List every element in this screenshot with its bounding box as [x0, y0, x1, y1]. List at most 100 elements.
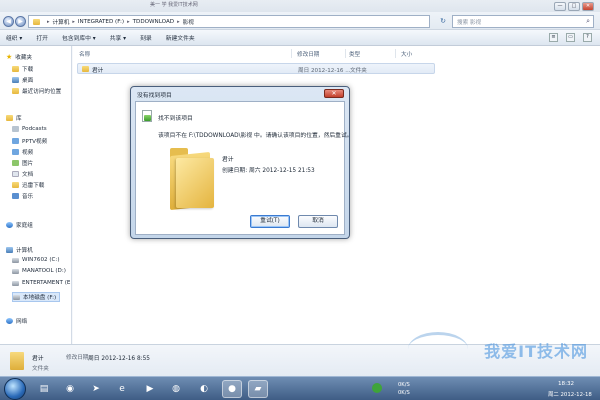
- preview-pane-icon[interactable]: ▭: [566, 33, 575, 42]
- watermark-logo: 我爱IT技术网: [398, 326, 594, 376]
- video-player-icon: ●: [228, 384, 236, 394]
- video-player-taskbar-button[interactable]: ●: [222, 380, 242, 398]
- music-icon: [12, 193, 19, 199]
- search-icon: ⌕: [586, 17, 590, 25]
- column-divider[interactable]: [345, 49, 346, 58]
- sidebar-item-drive-c[interactable]: WIN7602 (C:): [12, 257, 60, 263]
- open-button[interactable]: 打开: [36, 33, 48, 42]
- video-icon: [12, 138, 19, 144]
- retry-button[interactable]: 重试(T): [250, 215, 290, 228]
- podcast-icon: [12, 126, 19, 132]
- command-toolbar: 组织 ▾ 打开 包含到库中 ▾ 共享 ▾ 刻录 新建文件夹 ≡ ▭ ?: [0, 30, 600, 46]
- qq-icon: ◐: [200, 384, 208, 394]
- explorer-icon: ▤: [39, 384, 49, 394]
- column-header-modified[interactable]: 修改日期: [297, 50, 319, 58]
- back-button[interactable]: ◀: [3, 16, 14, 27]
- sidebar-item-favorites[interactable]: ★ 收藏夹: [6, 53, 32, 61]
- forward-button[interactable]: ▶: [15, 16, 26, 27]
- navigation-pane: ★ 收藏夹 下载 桌面 最近访问的位置 库 Podcasts PPTV视频 视频 …: [0, 46, 72, 344]
- folder-icon: ▰: [254, 384, 262, 394]
- details-type: 文件夹: [32, 366, 49, 372]
- breadcrumb-videos[interactable]: 影视: [183, 18, 194, 26]
- help-icon[interactable]: ?: [583, 33, 592, 42]
- sidebar-item-videos[interactable]: 视频: [12, 148, 33, 156]
- drive-icon: [12, 268, 19, 274]
- chevron-right-icon: ▸: [47, 18, 50, 25]
- qq-taskbar-button[interactable]: ◐: [194, 380, 214, 398]
- include-library-button[interactable]: 包含到库中 ▾: [62, 33, 96, 42]
- column-divider[interactable]: [291, 49, 292, 58]
- media-taskbar-button[interactable]: ◉: [60, 380, 80, 398]
- explorer-taskbar-button[interactable]: ▤: [34, 380, 54, 398]
- back-arrow-icon: ◀: [6, 18, 11, 25]
- organize-button[interactable]: 组织 ▾: [6, 33, 22, 42]
- sidebar-item-drive-f[interactable]: 本地磁盘 (F:): [12, 292, 61, 302]
- drive-icon: [13, 294, 20, 300]
- sidebar-item-xunlei[interactable]: 迅雷下载: [12, 181, 44, 189]
- folder-icon: [82, 66, 89, 72]
- library-icon: [6, 115, 13, 121]
- burn-button[interactable]: 刻录: [140, 33, 152, 42]
- view-controls: ≡ ▭ ?: [549, 33, 592, 42]
- ie-taskbar-button[interactable]: e: [112, 380, 132, 398]
- dialog-heading: 找不到该项目: [158, 116, 193, 122]
- picture-icon: [12, 160, 19, 166]
- player-taskbar-button[interactable]: ▶: [140, 380, 160, 398]
- sidebar-item-downloads[interactable]: 下载: [12, 65, 33, 73]
- cancel-button[interactable]: 取消: [298, 215, 338, 228]
- arrow-app-icon: ➤: [92, 384, 100, 394]
- clock-date[interactable]: 周二 2012-12-18: [548, 390, 592, 398]
- search-input[interactable]: 搜索 影视 ⌕: [452, 15, 594, 28]
- download-folder-icon: [12, 66, 19, 72]
- document-icon: [12, 171, 19, 177]
- column-divider[interactable]: [395, 49, 396, 58]
- details-modified-value: 周日 2012-12-16 8:55: [88, 356, 150, 362]
- refresh-button[interactable]: ↻: [436, 15, 450, 28]
- close-button[interactable]: ✕: [582, 2, 594, 11]
- sidebar-item-recent[interactable]: 最近访问的位置: [12, 87, 61, 95]
- column-header-type[interactable]: 类型: [349, 50, 360, 58]
- dialog-created-date: 创建日期: 周六 2012-12-15 21:53: [222, 168, 315, 174]
- firefox-taskbar-button[interactable]: ◍: [166, 380, 186, 398]
- address-row: ◀ ▶ ▸ 计算机 ▸ INTEGRATED (F:) ▸ TDDOWNLOAD…: [0, 12, 600, 30]
- dialog-file-name: 君计: [222, 157, 234, 163]
- breadcrumb-drive[interactable]: INTEGRATED (F:): [78, 19, 124, 25]
- sidebar-item-homegroup[interactable]: 家庭组: [6, 221, 33, 229]
- minimize-button[interactable]: —: [554, 2, 566, 11]
- sidebar-item-pictures[interactable]: 图片: [12, 159, 33, 167]
- sidebar-item-pptv[interactable]: PPTV视频: [12, 137, 47, 145]
- maximize-button[interactable]: □: [568, 2, 580, 11]
- sidebar-item-music[interactable]: 音乐: [12, 192, 33, 200]
- new-folder-button[interactable]: 新建文件夹: [166, 33, 195, 42]
- star-icon: ★: [6, 53, 13, 61]
- share-button[interactable]: 共享 ▾: [110, 33, 126, 42]
- sidebar-item-computer[interactable]: 计算机: [6, 246, 33, 254]
- arrow-app-taskbar-button[interactable]: ➤: [86, 380, 106, 398]
- breadcrumb-computer[interactable]: 计算机: [53, 18, 70, 26]
- sidebar-item-drive-e[interactable]: ENTERTAMENT (E: [12, 280, 70, 286]
- sidebar-item-documents[interactable]: 文档: [12, 170, 33, 178]
- homegroup-icon: [6, 222, 13, 228]
- recent-places-icon: [12, 88, 19, 94]
- breadcrumb-tddownload[interactable]: TDDOWNLOAD: [133, 19, 175, 25]
- sidebar-item-network[interactable]: 网络: [6, 317, 27, 325]
- ie-icon: e: [119, 384, 125, 394]
- address-bar[interactable]: ▸ 计算机 ▸ INTEGRATED (F:) ▸ TDDOWNLOAD ▸ 影…: [28, 15, 430, 28]
- sidebar-item-podcasts[interactable]: Podcasts: [12, 126, 47, 132]
- sidebar-item-drive-d[interactable]: MANATOOL (D:): [12, 268, 66, 274]
- dialog-close-button[interactable]: ✕: [324, 89, 344, 98]
- clock-time[interactable]: 18:32: [558, 381, 574, 387]
- media-player-icon: ◉: [66, 384, 74, 394]
- column-header-name[interactable]: 名称: [79, 50, 90, 58]
- folder-taskbar-button[interactable]: ▰: [248, 380, 268, 398]
- download-speed: 0K/S: [398, 390, 410, 396]
- start-button[interactable]: [4, 378, 26, 400]
- network-speed-icon[interactable]: [372, 383, 382, 393]
- column-header-size[interactable]: 大小: [401, 50, 412, 58]
- folder-icon: [33, 18, 40, 25]
- sidebar-item-desktop[interactable]: 桌面: [12, 76, 33, 84]
- sidebar-item-libraries[interactable]: 库: [6, 114, 22, 122]
- view-options-icon[interactable]: ≡: [549, 33, 558, 42]
- file-row[interactable]: 君计 周日 2012-12-16 ... 文件夹: [77, 63, 435, 74]
- file-modified: 周日 2012-12-16 ...: [298, 68, 351, 74]
